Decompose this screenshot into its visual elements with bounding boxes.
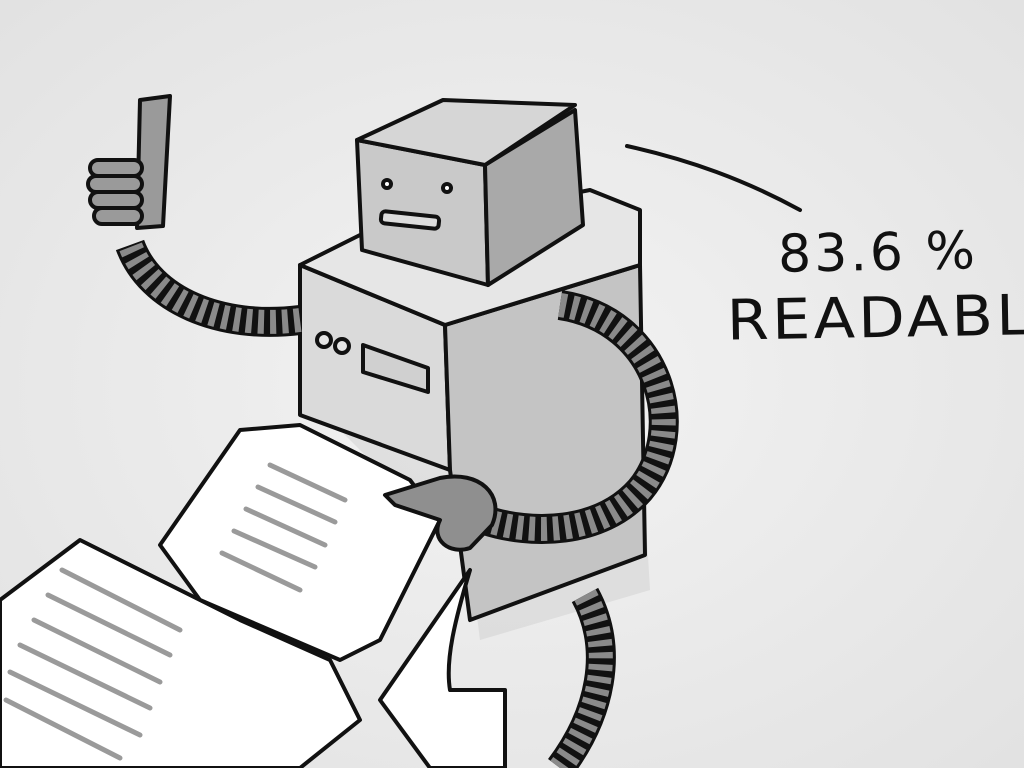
torso-button [333,337,351,355]
robot-eye [441,182,453,194]
robot-eye [381,178,393,190]
readability-label: READABLE [726,282,1024,354]
torso-button [315,331,333,349]
readability-caption: 83.6 % READABLE [726,221,1024,354]
robot-illustration [0,0,1024,768]
readability-percentage: 83.6 % [777,221,979,285]
